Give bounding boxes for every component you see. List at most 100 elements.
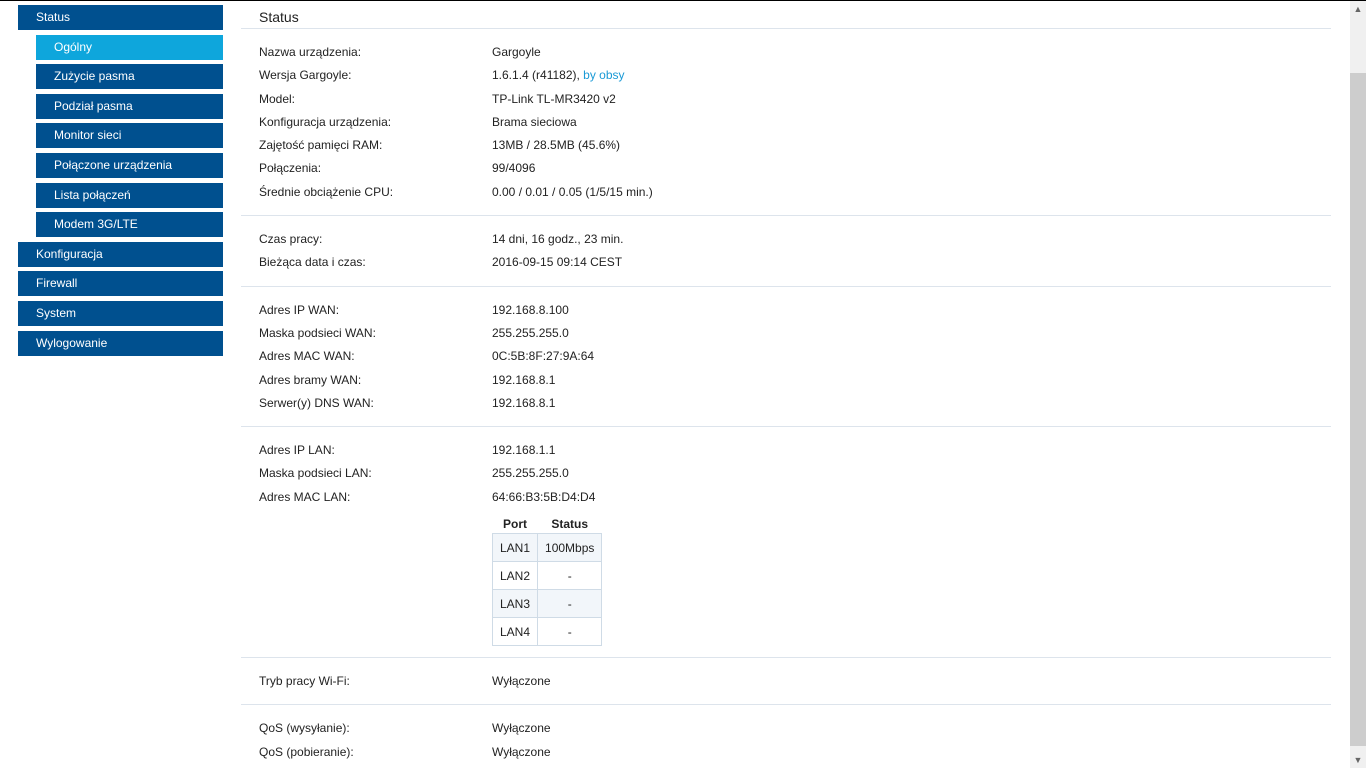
- sidebar-item-modem-3g-lte[interactable]: Modem 3G/LTE: [36, 212, 223, 238]
- wifi-mode-value: Wyłączone: [492, 674, 551, 689]
- wan-mac-label: Adres MAC WAN:: [259, 349, 355, 364]
- version-value-wrap: 1.6.1.4 (r41182), by obsy: [492, 64, 625, 87]
- lan-ports-table: Port Status LAN1 100Mbps LAN2 - LAN3 - L…: [491, 515, 603, 647]
- info-row-wan-dns: Serwer(y) DNS WAN: 192.168.8.1: [241, 392, 1331, 415]
- cpu-value: 0.00 / 0.01 / 0.05 (1/5/15 min.): [492, 184, 653, 199]
- info-row-wan-gateway: Adres bramy WAN: 192.168.8.1: [241, 369, 1331, 392]
- wan-mask-label: Maska podsieci WAN:: [259, 325, 376, 340]
- sidebar-item-polaczone-urzadzenia[interactable]: Połączone urządzenia: [36, 152, 223, 178]
- info-row-qos-upload: QoS (wysyłanie): Wyłączone: [241, 717, 1331, 740]
- config-label: Konfiguracja urządzenia:: [259, 114, 392, 129]
- status-cell: -: [537, 561, 603, 591]
- wan-dns-value: 192.168.8.1: [492, 395, 556, 410]
- status-cell: -: [537, 589, 603, 619]
- sidebar-item-zuzycie-pasma[interactable]: Zużycie pasma: [36, 64, 223, 90]
- wan-mac-value: 0C:5B:8F:27:9A:64: [492, 349, 595, 364]
- info-row-device-name: Nazwa urządzenia: Gargoyle: [241, 41, 1331, 64]
- info-row-wan-mac: Adres MAC WAN: 0C:5B:8F:27:9A:64: [241, 345, 1331, 368]
- info-row-version: Wersja Gargoyle: 1.6.1.4 (r41182), by ob…: [241, 64, 1331, 87]
- port-cell: LAN1: [491, 533, 539, 563]
- info-row-lan-mask: Maska podsieci LAN: 255.255.255.0: [241, 462, 1331, 485]
- port-column-header: Port: [503, 517, 528, 532]
- qos-group: QoS (wysyłanie): Wyłączone QoS (pobieran…: [241, 705, 1331, 775]
- port-cell: LAN3: [491, 589, 539, 619]
- sidebar-item-lista-polaczen[interactable]: Lista połączeń: [36, 182, 223, 208]
- wan-dns-label: Serwer(y) DNS WAN:: [259, 395, 374, 410]
- scroll-down-arrow-icon[interactable]: ▼: [1350, 752, 1366, 768]
- model-value: TP-Link TL-MR3420 v2: [492, 91, 616, 106]
- connections-value: 99/4096: [492, 161, 536, 176]
- vertical-scrollbar[interactable]: ▲ ▼: [1350, 1, 1366, 768]
- wan-group: Adres IP WAN: 192.168.8.100 Maska podsie…: [241, 287, 1331, 428]
- table-row: LAN3 -: [491, 589, 603, 619]
- version-value: 1.6.1.4 (r41182),: [492, 68, 584, 83]
- qos-download-label: QoS (pobieranie):: [259, 744, 354, 759]
- version-label: Wersja Gargoyle:: [259, 68, 352, 83]
- ports-header-row: Port Status: [493, 515, 602, 534]
- scroll-up-arrow-icon[interactable]: ▲: [1350, 1, 1366, 17]
- info-row-wifi-mode: Tryb pracy Wi-Fi: Wyłączone: [241, 670, 1331, 693]
- lan-mac-label: Adres MAC LAN:: [259, 489, 351, 504]
- wan-ip-label: Adres IP WAN:: [259, 302, 340, 317]
- sidebar-item-system[interactable]: System: [18, 300, 223, 326]
- table-row: LAN1 100Mbps: [491, 533, 603, 563]
- status-column-header: Status: [551, 517, 589, 532]
- lan-ip-label: Adres IP LAN:: [259, 443, 335, 458]
- info-row-datetime: Bieżąca data i czas: 2016-09-15 09:14 CE…: [241, 251, 1331, 274]
- device-name-label: Nazwa urządzenia:: [259, 45, 362, 59]
- sidebar-item-konfiguracja[interactable]: Konfiguracja: [18, 241, 223, 267]
- info-row-cpu: Średnie obciążenie CPU: 0.00 / 0.01 / 0.…: [241, 181, 1331, 204]
- port-cell: LAN4: [491, 617, 539, 647]
- info-row-connections: Połączenia: 99/4096: [241, 157, 1331, 180]
- device-name-value: Gargoyle: [492, 45, 541, 59]
- table-row: LAN2 -: [491, 561, 603, 591]
- sidebar-item-wylogowanie[interactable]: Wylogowanie: [18, 330, 223, 356]
- info-row-ram: Zajętość pamięci RAM: 13MB / 28.5MB (45.…: [241, 134, 1331, 157]
- wan-gateway-value: 192.168.8.1: [492, 372, 556, 387]
- connections-label: Połączenia:: [259, 161, 322, 176]
- sidebar-item-monitor-sieci[interactable]: Monitor sieci: [36, 123, 223, 149]
- wan-mask-value: 255.255.255.0: [492, 325, 569, 340]
- wifi-mode-label: Tryb pracy Wi-Fi:: [259, 674, 350, 689]
- cpu-label: Średnie obciążenie CPU:: [259, 184, 394, 199]
- status-cell: -: [537, 617, 603, 647]
- datetime-value: 2016-09-15 09:14 CEST: [492, 255, 623, 270]
- lan-mask-label: Maska podsieci LAN:: [259, 466, 372, 481]
- info-row-qos-download: QoS (pobieranie): Wyłączone: [241, 741, 1331, 764]
- qos-upload-value: Wyłączone: [492, 721, 551, 736]
- datetime-label: Bieżąca data i czas:: [259, 255, 366, 270]
- lan-mac-value: 64:66:B3:5B:D4:D4: [492, 489, 596, 504]
- wan-ip-value: 192.168.8.100: [492, 302, 569, 317]
- lan-group: Adres IP LAN: 192.168.1.1 Maska podsieci…: [241, 427, 1331, 659]
- model-label: Model:: [259, 91, 296, 106]
- config-value: Brama sieciowa: [492, 114, 577, 129]
- port-cell: LAN2: [491, 561, 539, 591]
- device-info-group: Nazwa urządzenia: Gargoyle Wersja Gargoy…: [241, 29, 1331, 217]
- qos-download-value: Wyłączone: [492, 744, 551, 759]
- info-row-lan-mac: Adres MAC LAN: 64:66:B3:5B:D4:D4: [241, 486, 1331, 509]
- qos-upload-label: QoS (wysyłanie):: [259, 721, 350, 736]
- sidebar-item-podzial-pasma[interactable]: Podział pasma: [36, 93, 223, 119]
- scrollbar-thumb[interactable]: [1350, 73, 1366, 746]
- uptime-label: Czas pracy:: [259, 232, 323, 247]
- ram-label: Zajętość pamięci RAM:: [259, 138, 383, 153]
- uptime-value: 14 dni, 16 godz., 23 min.: [492, 232, 624, 247]
- sidebar-item-status[interactable]: Status: [18, 5, 223, 30]
- ram-value: 13MB / 28.5MB (45.6%): [492, 138, 621, 153]
- page-title: Status: [241, 0, 1331, 29]
- main-content: Status Nazwa urządzenia: Gargoyle Wersja…: [241, 0, 1331, 775]
- sidebar-item-ogolny[interactable]: Ogólny: [36, 34, 223, 60]
- info-row-wan-ip: Adres IP WAN: 192.168.8.100: [241, 299, 1331, 322]
- sidebar-item-firewall[interactable]: Firewall: [18, 271, 223, 297]
- lan-mask-value: 255.255.255.0: [492, 466, 569, 481]
- info-row-wan-mask: Maska podsieci WAN: 255.255.255.0: [241, 322, 1331, 345]
- wan-gateway-label: Adres bramy WAN:: [259, 372, 362, 387]
- author-link[interactable]: by obsy: [583, 68, 624, 82]
- wifi-group: Tryb pracy Wi-Fi: Wyłączone: [241, 658, 1331, 706]
- status-cell: 100Mbps: [537, 533, 603, 563]
- lan-ip-value: 192.168.1.1: [492, 443, 556, 458]
- table-row: LAN4 -: [491, 617, 603, 647]
- info-row-model: Model: TP-Link TL-MR3420 v2: [241, 88, 1331, 111]
- info-row-lan-ip: Adres IP LAN: 192.168.1.1: [241, 439, 1331, 462]
- info-row-config: Konfiguracja urządzenia: Brama sieciowa: [241, 111, 1331, 134]
